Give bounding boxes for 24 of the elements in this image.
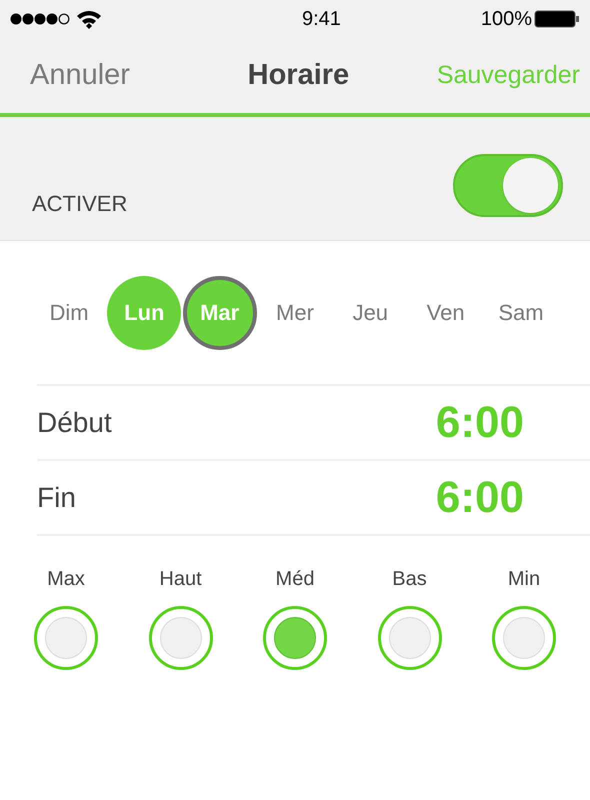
level-label: Max [47,567,85,592]
enable-label: ACTIVER [32,190,128,218]
day-button[interactable]: Ven [408,276,483,350]
time-value[interactable]: 6:00 [436,390,524,456]
battery-percentage: 100% [480,7,532,32]
level-label: Min [508,567,540,592]
cancel-button[interactable]: Annuler [30,54,130,98]
wifi-icon [76,9,102,29]
day-button[interactable]: Mer [258,276,332,350]
level-label: Bas [392,567,427,592]
level-label: Méd [276,567,314,592]
day-button[interactable]: Sam [484,276,558,350]
day-button[interactable]: Jeu [333,276,408,350]
level-label: Haut [159,567,202,592]
screen-title: Horaire [248,58,350,93]
time-label: Fin [37,480,76,514]
signal-icon [10,12,72,26]
status-time: 9:41 [302,7,341,32]
day-button[interactable]: Lun [107,276,182,350]
day-button[interactable]: Mar [182,276,257,350]
time-value[interactable]: 6:00 [436,464,524,530]
battery-icon [534,10,580,28]
time-label: Début [37,406,112,440]
day-button[interactable]: Dim [32,276,106,350]
